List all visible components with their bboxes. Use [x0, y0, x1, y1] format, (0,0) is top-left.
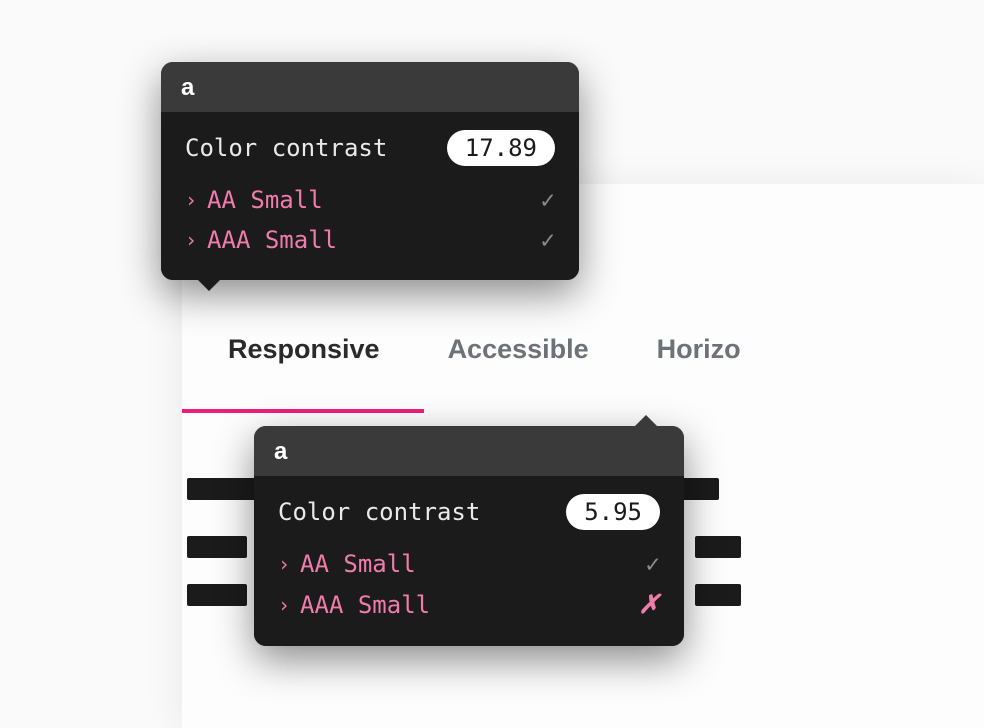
chevron-icon: › — [278, 552, 290, 576]
tooltip-header: a — [254, 426, 684, 476]
fail-icon: ✗ — [638, 590, 660, 620]
tooltip-body: Color contrast 5.95 › AA Small ✓ › AAA S… — [254, 476, 684, 646]
check-icon: ✓ — [646, 550, 660, 578]
check-row-aaa: › AAA Small ✗ — [278, 584, 660, 626]
skeleton-line — [695, 584, 741, 606]
check-label: AA Small — [300, 550, 416, 578]
tooltip-arrow-icon — [197, 279, 221, 291]
skeleton-line — [695, 536, 741, 558]
chevron-icon: › — [185, 188, 197, 212]
check-row-aa: › AA Small ✓ — [278, 544, 660, 584]
check-row-aa: › AA Small ✓ — [185, 180, 555, 220]
tab-accessible[interactable]: Accessible — [448, 334, 589, 385]
contrast-row: Color contrast 5.95 — [278, 494, 660, 530]
check-icon: ✓ — [541, 226, 555, 254]
contrast-row: Color contrast 17.89 — [185, 130, 555, 166]
chevron-icon: › — [185, 228, 197, 252]
tab-responsive[interactable]: Responsive — [228, 334, 380, 385]
skeleton-line — [187, 536, 247, 558]
active-tab-indicator — [182, 409, 424, 413]
tab-horizontal[interactable]: Horizo — [657, 334, 741, 385]
contrast-title: Color contrast — [185, 134, 387, 162]
tooltip-arrow-icon — [634, 415, 658, 427]
skeleton-line — [187, 584, 247, 606]
check-label: AAA Small — [207, 226, 337, 254]
check-row-aaa: › AAA Small ✓ — [185, 220, 555, 260]
chevron-icon: › — [278, 593, 290, 617]
tooltip-body: Color contrast 17.89 › AA Small ✓ › AAA … — [161, 112, 579, 280]
tooltip-header: a — [161, 62, 579, 112]
contrast-tooltip-2: a Color contrast 5.95 › AA Small ✓ › AAA… — [254, 426, 684, 646]
check-icon: ✓ — [541, 186, 555, 214]
contrast-tooltip-1: a Color contrast 17.89 › AA Small ✓ › AA… — [161, 62, 579, 280]
contrast-value-badge: 17.89 — [447, 130, 555, 166]
check-label: AA Small — [207, 186, 323, 214]
contrast-value-badge: 5.95 — [566, 494, 660, 530]
contrast-title: Color contrast — [278, 498, 480, 526]
check-label: AAA Small — [300, 591, 430, 619]
